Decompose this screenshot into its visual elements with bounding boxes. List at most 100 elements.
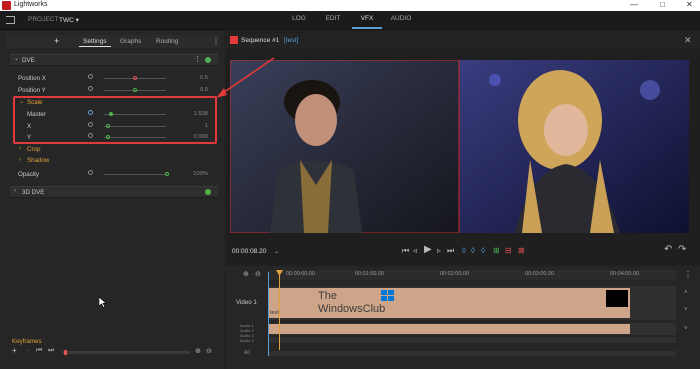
redo-icon[interactable]: ↷ <box>678 244 686 255</box>
position-x-handle[interactable] <box>133 76 137 80</box>
position-y-label: Position Y <box>18 87 46 94</box>
zoom-in-icon[interactable]: ⊕ <box>195 347 201 355</box>
project-selector[interactable]: TWC ▾ <box>59 16 79 24</box>
windows-logo-icon <box>381 290 394 302</box>
audio-track-label[interactable]: Audio 4 <box>240 338 254 343</box>
settings-underline <box>79 46 111 47</box>
add-keyframe-icon[interactable]: + <box>12 346 17 355</box>
callout-arrow <box>216 57 275 98</box>
audio-clip[interactable] <box>268 324 630 334</box>
scale-expand-icon[interactable]: ⌄ <box>19 98 24 105</box>
timeline-menu-icon[interactable]: ⋮ <box>684 270 692 279</box>
goto-start-icon[interactable]: ⏮ <box>402 246 409 256</box>
insert-icon[interactable]: ⊞ <box>493 246 500 255</box>
goto-end-icon[interactable]: ⏭ <box>447 246 454 256</box>
shadow-expand-icon[interactable]: › <box>19 157 21 163</box>
ruler-tick-label: 00:03:00.00 <box>525 271 555 277</box>
close-button[interactable]: ✕ <box>686 0 693 9</box>
scroll-down-icon[interactable]: ˅ <box>684 307 688 313</box>
keyframe-scrubber[interactable] <box>62 351 190 354</box>
maximize-button[interactable]: □ <box>660 0 665 9</box>
scale-y-label: Y <box>27 134 32 141</box>
scale-title[interactable]: Scale <box>27 99 42 106</box>
add-effect-button[interactable]: + <box>54 36 59 46</box>
step-forward-icon[interactable]: ▹ <box>437 246 441 255</box>
tab-log[interactable]: LOG <box>288 15 310 22</box>
timecode-display[interactable]: 00:00:08.20 <box>232 248 266 255</box>
play-button[interactable]: ▶ <box>424 244 432 255</box>
all-tracks-label[interactable]: All <box>244 350 250 356</box>
scale-master-value[interactable]: 1.538 <box>178 111 208 117</box>
tab-audio[interactable]: AUDIO <box>388 15 414 22</box>
next-keyframe-icon[interactable]: ⏭ <box>48 347 54 355</box>
minimize-button[interactable]: — <box>630 0 638 9</box>
prev-keyframe-icon[interactable]: ⏮ <box>36 347 42 355</box>
mark-in-icon[interactable]: ◊ <box>462 246 466 255</box>
opacity-value[interactable]: 100% <box>178 171 208 177</box>
keyframe-icon[interactable] <box>88 133 93 138</box>
scale-x-handle[interactable] <box>106 124 110 128</box>
close-viewer-icon[interactable]: ✕ <box>684 35 692 46</box>
tab-vfx[interactable]: VFX <box>356 15 378 22</box>
tab-graphs[interactable]: Graphs <box>120 38 141 45</box>
scale-y-slider[interactable] <box>104 137 166 138</box>
timeline-scrollbar[interactable] <box>268 351 676 356</box>
opacity-label: Opacity <box>18 171 39 178</box>
delete-icon[interactable]: ⊠ <box>518 246 525 255</box>
keyframe-icon[interactable] <box>88 110 93 115</box>
keyframe-icon[interactable] <box>88 74 93 79</box>
dve-section-header[interactable] <box>10 54 218 66</box>
ruler-tick-label: 00:04:00.00 <box>610 271 640 277</box>
shadow-title[interactable]: Shadow <box>27 157 49 164</box>
tab-routing[interactable]: Routing <box>156 38 178 45</box>
scroll-up-icon[interactable]: ˄ <box>684 290 688 296</box>
app-title: Lightworks <box>14 1 48 8</box>
video-track-label[interactable]: Video 1 <box>236 299 257 306</box>
app-logo-icon <box>2 1 11 10</box>
title-bar: Lightworks — □ ✕ <box>0 0 700 11</box>
keyframe-playhead[interactable] <box>64 350 67 355</box>
panel-menu-icon[interactable]: ⋮ <box>212 37 220 46</box>
scale-x-slider[interactable] <box>104 126 166 127</box>
tab-settings[interactable]: Settings <box>83 38 107 45</box>
overwrite-icon[interactable]: ⊟ <box>505 246 512 255</box>
scroll-down-icon[interactable]: ˅ <box>684 326 688 332</box>
zoom-out-icon[interactable]: ⊖ <box>206 347 212 355</box>
keyframe-icon[interactable] <box>88 86 93 91</box>
sequence-tag[interactable]: [test] <box>284 37 298 44</box>
mark-clip-icon[interactable]: ◊ <box>481 246 485 255</box>
audio-track[interactable] <box>268 337 676 343</box>
collapse-icon[interactable]: ⌄ <box>14 55 19 62</box>
timeline-zoom-in-icon[interactable]: ⊕ <box>243 270 249 278</box>
scale-x-value[interactable]: 1 <box>178 123 208 129</box>
video-frame <box>229 59 689 234</box>
sequence-color-icon <box>230 36 238 44</box>
position-y-handle[interactable] <box>133 88 137 92</box>
keyframe-icon[interactable] <box>88 170 93 175</box>
step-back-icon[interactable]: ◃ <box>413 246 417 255</box>
undo-icon[interactable]: ↶ <box>664 244 672 255</box>
timecode-dropdown-icon[interactable]: ⌄ <box>274 248 279 255</box>
expand-icon[interactable]: › <box>14 188 16 194</box>
timeline-zoom-out-icon[interactable]: ⊖ <box>255 270 261 278</box>
scale-master-slider[interactable] <box>104 114 166 115</box>
keyframe-icon[interactable] <box>88 122 93 127</box>
opacity-handle[interactable] <box>165 172 169 176</box>
sequence-title[interactable]: Sequence #1 <box>241 37 279 44</box>
remove-keyframe-icon[interactable]: − <box>26 348 30 354</box>
scale-master-handle[interactable] <box>109 112 113 116</box>
timeline-playhead[interactable] <box>279 270 280 350</box>
scale-x-label: X <box>27 123 32 130</box>
scale-y-value[interactable]: 0.999 <box>178 134 208 140</box>
opacity-slider[interactable] <box>104 174 166 175</box>
video-viewer[interactable] <box>229 59 689 234</box>
position-x-label: Position X <box>18 75 46 82</box>
dve3d-enabled-toggle[interactable] <box>205 189 211 195</box>
tab-edit[interactable]: EDIT <box>322 15 344 22</box>
mark-out-icon[interactable]: ◊ <box>471 246 475 255</box>
crop-expand-icon[interactable]: › <box>19 146 21 152</box>
exit-icon[interactable] <box>6 16 15 24</box>
crop-title[interactable]: Crop <box>27 146 40 153</box>
scale-y-handle[interactable] <box>106 135 110 139</box>
watermark-line2: WindowsClub <box>318 303 386 315</box>
